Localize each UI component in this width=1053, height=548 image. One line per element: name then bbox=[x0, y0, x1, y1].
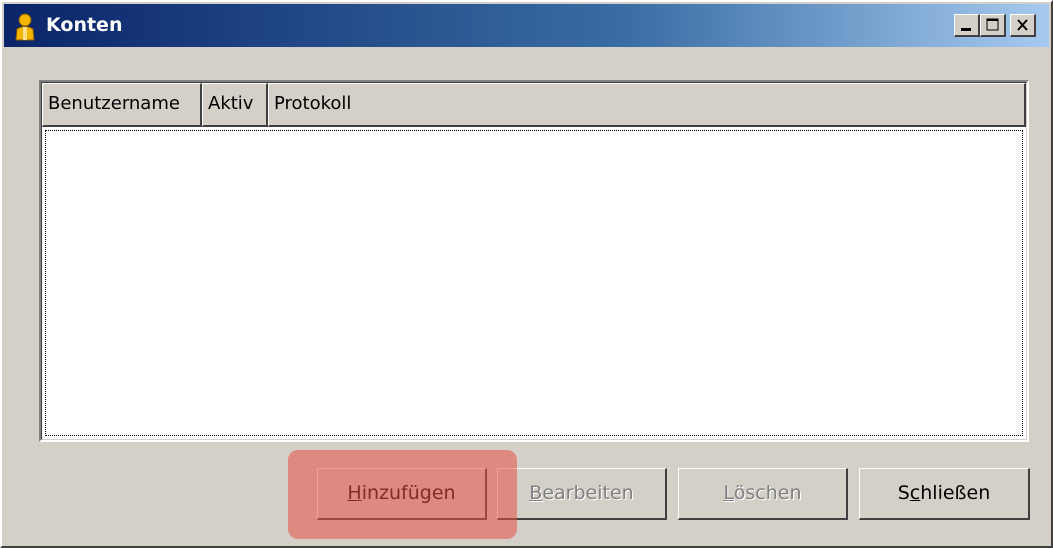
close-button[interactable]: Schließen bbox=[859, 468, 1030, 520]
minimize-icon bbox=[961, 28, 971, 31]
column-header-username[interactable]: Benutzername bbox=[42, 83, 202, 127]
add-button[interactable]: Hinzufügen bbox=[317, 468, 487, 520]
close-button-mnemonic: c bbox=[909, 482, 921, 504]
accounts-dialog: Konten Benutzername Aktiv Protokoll Hinz… bbox=[0, 0, 1053, 548]
maximize-icon bbox=[986, 18, 999, 31]
edit-button-mnemonic: B bbox=[529, 482, 543, 504]
list-header: Benutzername Aktiv Protokoll bbox=[42, 83, 1026, 127]
delete-button-mnemonic: L bbox=[723, 482, 734, 504]
accounts-list[interactable]: Benutzername Aktiv Protokoll bbox=[39, 80, 1029, 442]
list-body[interactable] bbox=[45, 130, 1023, 436]
title-bar[interactable]: Konten bbox=[4, 4, 1049, 47]
minimize-button[interactable] bbox=[954, 14, 980, 37]
delete-button[interactable]: Löschen bbox=[678, 468, 848, 520]
maximize-button[interactable] bbox=[980, 14, 1006, 37]
column-header-active[interactable]: Aktiv bbox=[202, 83, 268, 127]
close-icon bbox=[1017, 19, 1028, 31]
add-button-label: inzufügen bbox=[361, 482, 456, 504]
window-title: Konten bbox=[46, 14, 123, 36]
close-button-label-start: S bbox=[897, 482, 910, 504]
user-account-icon bbox=[15, 13, 35, 41]
add-button-mnemonic: H bbox=[347, 482, 362, 504]
edit-button-label: earbeiten bbox=[542, 482, 634, 504]
close-window-button[interactable] bbox=[1010, 14, 1036, 37]
close-button-label-end: hließen bbox=[920, 482, 991, 504]
delete-button-label: öschen bbox=[733, 482, 802, 504]
edit-button[interactable]: Bearbeiten bbox=[497, 468, 667, 520]
column-header-protocol[interactable]: Protokoll bbox=[268, 83, 1026, 127]
